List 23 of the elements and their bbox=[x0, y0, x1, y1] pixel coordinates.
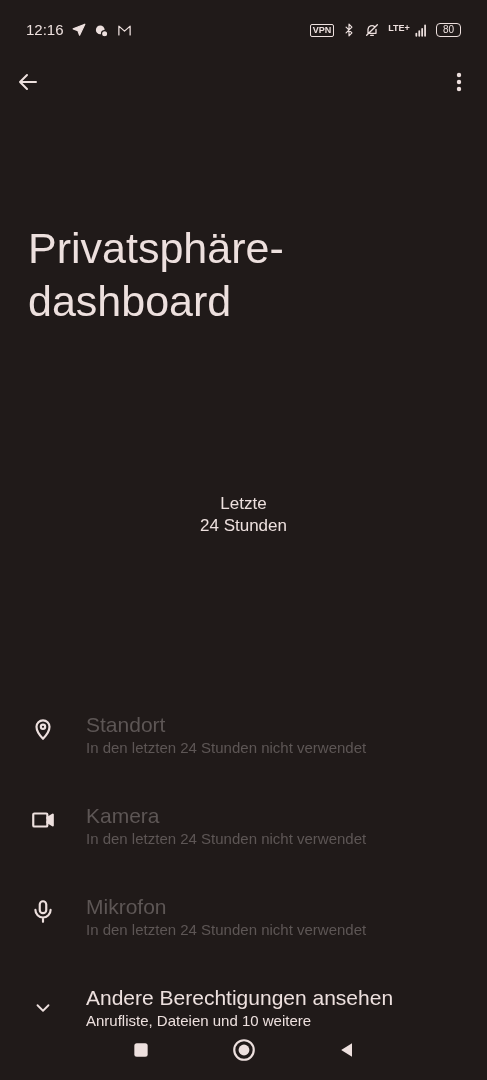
period-label: Letzte bbox=[220, 493, 267, 515]
permission-name: Mikrofon bbox=[86, 894, 167, 920]
permission-status: In den letzten 24 Stunden nicht verwendet bbox=[86, 829, 367, 849]
permission-item[interactable]: Kamera In den letzten 24 Stunden nicht verwendet bbox=[0, 803, 487, 894]
battery-level: 80 bbox=[435, 23, 461, 37]
permission-item[interactable]: Standort In den letzten 24 Stunden nicht verwendet bbox=[0, 712, 487, 803]
muted-bell-icon bbox=[364, 22, 381, 38]
section-subtitle: Anrufliste, Dateien und 10 weitere bbox=[86, 1011, 312, 1031]
permission-name: Standort bbox=[86, 712, 166, 738]
home-button-icon[interactable] bbox=[230, 1037, 257, 1063]
permission-item[interactable]: Mikrofon In den letzten 24 Stunden nicht verwendet bbox=[0, 894, 487, 985]
clock-time: 12:16 bbox=[26, 19, 64, 40]
send-icon bbox=[71, 23, 86, 37]
page-title: Privatsphäre-dashboard bbox=[27, 223, 285, 327]
signal-icon bbox=[413, 23, 428, 37]
period-label: 24 Stunden bbox=[200, 515, 287, 537]
permission-status: In den letzten 24 Stunden nicht verwendet bbox=[86, 738, 367, 758]
network-type: LTE+ bbox=[388, 23, 410, 33]
expand-item[interactable]: Andere Berechtigungen ansehen Anrufliste, Dateien und 10 weitere bbox=[0, 985, 487, 1031]
section-title: Andere Berechtigungen ansehen bbox=[86, 985, 394, 1011]
vpn-badge: VPN bbox=[309, 23, 335, 37]
permission-name: Kamera bbox=[86, 803, 160, 829]
permission-status: In den letzten 24 Stunden nicht verwendet bbox=[86, 920, 367, 940]
